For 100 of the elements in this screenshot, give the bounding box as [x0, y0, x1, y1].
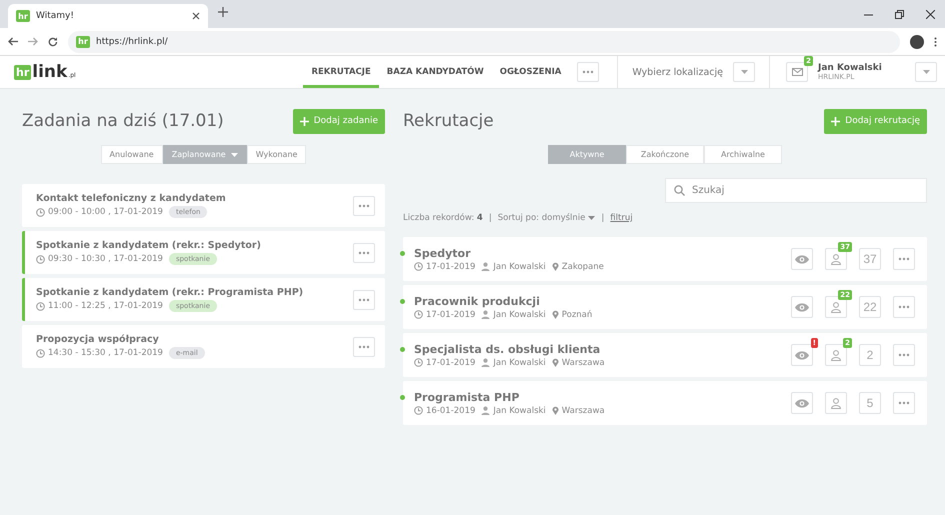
more-icon [357, 298, 371, 302]
candidate-count[interactable]: 37 [859, 248, 881, 270]
section-title: Zadania na dziś (17.01) [22, 111, 224, 131]
person-icon [831, 302, 841, 312]
section-title: Rekrutacje [403, 111, 494, 131]
location-text: Warszawa [562, 358, 605, 368]
close-icon[interactable] [192, 12, 200, 20]
more-icon [357, 344, 371, 348]
mail-button[interactable] [786, 62, 808, 82]
view-button[interactable] [791, 344, 813, 366]
candidate-count[interactable]: 22 [859, 296, 881, 318]
filter-tab[interactable]: Aktywne [548, 145, 626, 164]
clock-icon [36, 254, 45, 264]
more-button[interactable] [577, 62, 600, 82]
task-title: Spotkanie z kandydatem (rekr.: Spedytor) [36, 240, 261, 251]
back-icon[interactable] [8, 37, 18, 46]
task-title: Spotkanie z kandydatem (rekr.: Programista PHP) [36, 287, 304, 298]
more-button[interactable] [893, 248, 915, 270]
restore-icon[interactable] [895, 10, 904, 18]
recruitment-title[interactable]: Programista PHP [414, 390, 791, 404]
more-button[interactable] [353, 290, 375, 310]
sort-dropdown[interactable]: Sortuj po: domyślnie [498, 213, 596, 223]
reload-icon[interactable] [48, 36, 58, 46]
location-pin-icon [552, 406, 559, 415]
record-count: Liczba rekordów: 4 [403, 213, 483, 223]
filter-tab[interactable]: Wykonane [246, 145, 306, 164]
recruitment-title[interactable]: Specjalista ds. obsługi klienta [414, 342, 791, 356]
filter-tab[interactable]: Zakończone [626, 145, 704, 164]
clock-icon [414, 310, 423, 319]
owner-name: Jan Kowalski [493, 262, 546, 272]
forward-icon[interactable] [28, 37, 38, 46]
filter-link[interactable]: filtruj [610, 213, 633, 223]
candidate-count[interactable]: 2 [859, 344, 881, 366]
owner-name: Jan Kowalski [493, 310, 546, 320]
more-button[interactable] [353, 196, 375, 216]
task-time: 09:30 - 10:30 , 17-01-2019 [48, 254, 163, 264]
favicon-icon: hr [16, 10, 30, 22]
task-time: 09:00 - 10:00 , 17-01-2019 [48, 207, 163, 217]
more-icon [897, 401, 911, 405]
nav-tab[interactable]: BAZA KANDYDATÓW [378, 56, 492, 88]
more-icon [357, 250, 371, 254]
owner-name: Jan Kowalski [493, 358, 546, 368]
location-text: Poznań [562, 310, 592, 320]
caret-icon [740, 70, 748, 74]
user-name: Jan Kowalski [818, 63, 883, 73]
view-button[interactable] [791, 392, 813, 414]
view-button[interactable] [791, 296, 813, 318]
date-text: 17-01-2019 [426, 310, 476, 320]
avatar[interactable] [910, 34, 924, 48]
separator: | [488, 213, 492, 223]
dropdown-button[interactable] [733, 62, 755, 82]
more-button[interactable] [893, 344, 915, 366]
close-icon[interactable] [926, 10, 935, 18]
recruitment-title[interactable]: Spedytor [414, 246, 791, 260]
person-icon [831, 350, 841, 360]
eye-icon [795, 302, 809, 312]
plus-icon [300, 116, 309, 126]
plus-icon [831, 116, 840, 126]
menu-icon[interactable] [934, 36, 937, 46]
clock-icon [414, 262, 423, 271]
candidate-count[interactable]: 5 [859, 392, 881, 414]
more-button[interactable] [353, 242, 375, 262]
location-select[interactable]: Wybierz lokalizację [632, 66, 723, 78]
search-field[interactable]: Szukaj [665, 178, 927, 203]
nav-tab[interactable]: REKRUTACJE [303, 56, 379, 88]
caret-icon [922, 70, 930, 74]
date-text: 16-01-2019 [426, 406, 476, 416]
more-button[interactable] [893, 392, 915, 414]
clock-icon [414, 406, 423, 415]
recruitment-title[interactable]: Pracownik produkcji [414, 294, 791, 308]
candidates-button[interactable] [825, 344, 847, 366]
dropdown-button[interactable] [915, 62, 937, 82]
more-button[interactable] [893, 296, 915, 318]
person-icon [831, 254, 841, 264]
view-button[interactable] [791, 248, 813, 270]
location-pin-icon [552, 358, 559, 367]
more-icon [897, 257, 911, 261]
task-time: 14:30 - 15:30 , 17-01-2019 [48, 348, 163, 358]
filter-tab[interactable]: Anulowane [100, 145, 163, 164]
candidates-button[interactable] [825, 296, 847, 318]
add-button[interactable]: Dodaj zadanie [292, 108, 385, 134]
more-button[interactable] [353, 336, 375, 356]
clock-icon [36, 348, 45, 358]
more-icon [581, 70, 596, 74]
eye-icon [795, 350, 809, 360]
task-time: 11:00 - 12:25 , 17-01-2019 [48, 301, 163, 311]
person-icon [481, 310, 490, 319]
location-text: Zakopane [562, 262, 604, 272]
task-title: Kontakt telefoniczny z kandydatem [36, 193, 226, 204]
candidates-button[interactable] [825, 392, 847, 414]
new-tab-icon[interactable] [218, 7, 228, 17]
filter-tab[interactable]: Zaplanowane [162, 145, 247, 164]
candidates-button[interactable] [825, 248, 847, 270]
person-icon [831, 398, 841, 408]
address-bar[interactable]: hr https://hrlink.pl/ [68, 30, 900, 52]
filter-tab[interactable]: Archiwalne [704, 145, 782, 164]
add-button[interactable]: Dodaj rekrutację [824, 108, 927, 134]
nav-tab[interactable]: OGŁOSZENIA [492, 56, 570, 88]
browser-tab[interactable]: hr Witamy! [8, 4, 208, 28]
date-text: 17-01-2019 [426, 262, 476, 272]
